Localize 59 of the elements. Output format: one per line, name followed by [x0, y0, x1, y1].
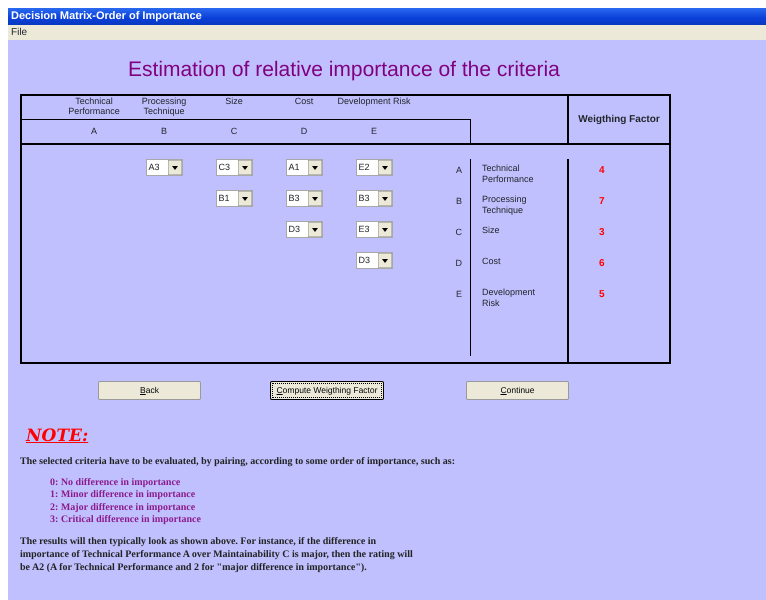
rating-dropdown[interactable]: B3 — [356, 190, 392, 207]
caret-icon — [378, 191, 392, 206]
criterion-name: Cost — [482, 256, 501, 267]
page-heading: Estimation of relative importance of the criteria — [128, 58, 560, 81]
weight-value: 4 — [599, 165, 605, 176]
column-header: Weigthing Factor — [578, 113, 660, 127]
column-letter: E — [370, 124, 377, 138]
rating-dropdown[interactable]: E3 — [356, 221, 392, 238]
column-letter: B — [160, 124, 167, 138]
rating-dropdown[interactable]: E2 — [356, 159, 392, 176]
column-header: Technical Performance — [67, 96, 121, 118]
caret-icon — [308, 191, 322, 206]
column-letter: A — [90, 124, 97, 138]
weight-value: 3 — [599, 227, 605, 238]
action-button[interactable]: Continue — [466, 381, 569, 400]
column-header: Cost — [294, 96, 314, 108]
row-letter: C — [456, 227, 462, 237]
importance-level: 2: Major difference in importance — [50, 502, 196, 514]
criterion-name: Size — [482, 225, 500, 236]
row-letter: B — [456, 196, 462, 206]
rating-dropdown[interactable]: A3 — [146, 159, 182, 176]
caret-icon — [378, 222, 392, 237]
importance-level: 3: Critical difference in importance — [50, 514, 202, 526]
action-button[interactable]: Compute Weigthing Factor — [270, 381, 384, 400]
note-title: NOTE: — [26, 426, 88, 446]
weight-value: 7 — [599, 196, 605, 207]
column-header: Development Risk — [337, 96, 411, 108]
caret-icon — [238, 160, 252, 175]
importance-level: 1: Minor difference in importance — [50, 489, 196, 502]
rating-dropdown[interactable]: D3 — [356, 252, 392, 269]
criterion-name: Development Risk — [482, 287, 536, 309]
rating-dropdown[interactable]: B3 — [286, 190, 322, 207]
rating-dropdown[interactable]: D3 — [286, 221, 322, 238]
note-text: The results will then typically look as shown above. For instance, if the difference in importance of Technical Performance A over Maintainability C is major, then the rating will be A2 (A for Technical Performance and 2 for "major difference in importance"). — [20, 534, 414, 574]
rating-dropdown[interactable]: C3 — [216, 159, 252, 176]
weight-value: 5 — [599, 289, 605, 300]
rating-dropdown[interactable]: B1 — [216, 190, 252, 207]
column-letter: D — [300, 124, 308, 138]
weight-value: 6 — [599, 258, 605, 269]
column-letter: C — [230, 124, 238, 138]
caret-icon — [308, 160, 322, 175]
importance-level: 0: No difference in importance — [50, 476, 182, 489]
caret-icon — [378, 253, 392, 268]
caret-icon — [238, 191, 252, 206]
criterion-name: Technical Performance — [482, 163, 535, 185]
column-header: Size — [225, 96, 243, 108]
caret-icon — [378, 160, 392, 175]
caret-icon — [168, 160, 182, 175]
row-letter: E — [456, 289, 462, 299]
action-button[interactable]: Back — [98, 381, 201, 400]
note-intro: The selected criteria have to be evaluated, by pairing, according to some order of importance, such as: — [20, 454, 456, 468]
criterion-name: Processing Technique — [482, 194, 528, 216]
row-letter: D — [456, 258, 462, 268]
menu-item[interactable]: File — [11, 25, 28, 40]
row-letter: A — [456, 165, 462, 175]
rating-dropdown[interactable]: A1 — [286, 159, 322, 176]
window-title: Decision Matrix-Order of Importance — [8, 8, 766, 25]
caret-icon — [308, 222, 322, 237]
column-header: Processing Technique — [140, 96, 188, 118]
